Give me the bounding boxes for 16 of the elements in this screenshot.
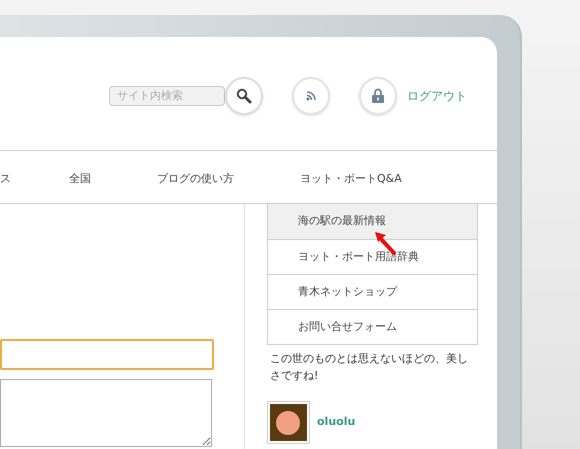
- lock-button[interactable]: [359, 76, 397, 114]
- rss-button[interactable]: [292, 76, 330, 114]
- search-icon: [236, 88, 252, 104]
- avatar: [267, 401, 310, 444]
- search-button[interactable]: [225, 76, 263, 114]
- input-field[interactable]: [0, 339, 214, 370]
- search-field[interactable]: サイト内検索: [109, 86, 225, 106]
- comment-text: この世のものとは思えないほどの、美しさですね!: [269, 351, 469, 384]
- rss-icon: [306, 90, 316, 100]
- sidebar-menu-item[interactable]: 海の駅の最新情報: [268, 204, 477, 239]
- nav-link[interactable]: 全国: [69, 172, 91, 185]
- text-area[interactable]: [0, 379, 212, 447]
- nav-link[interactable]: ブログの使い方: [157, 172, 234, 185]
- lock-icon: [372, 88, 384, 103]
- nav-link[interactable]: ヨット・ボートQ&A: [300, 172, 402, 185]
- nav-link[interactable]: ス: [0, 172, 11, 185]
